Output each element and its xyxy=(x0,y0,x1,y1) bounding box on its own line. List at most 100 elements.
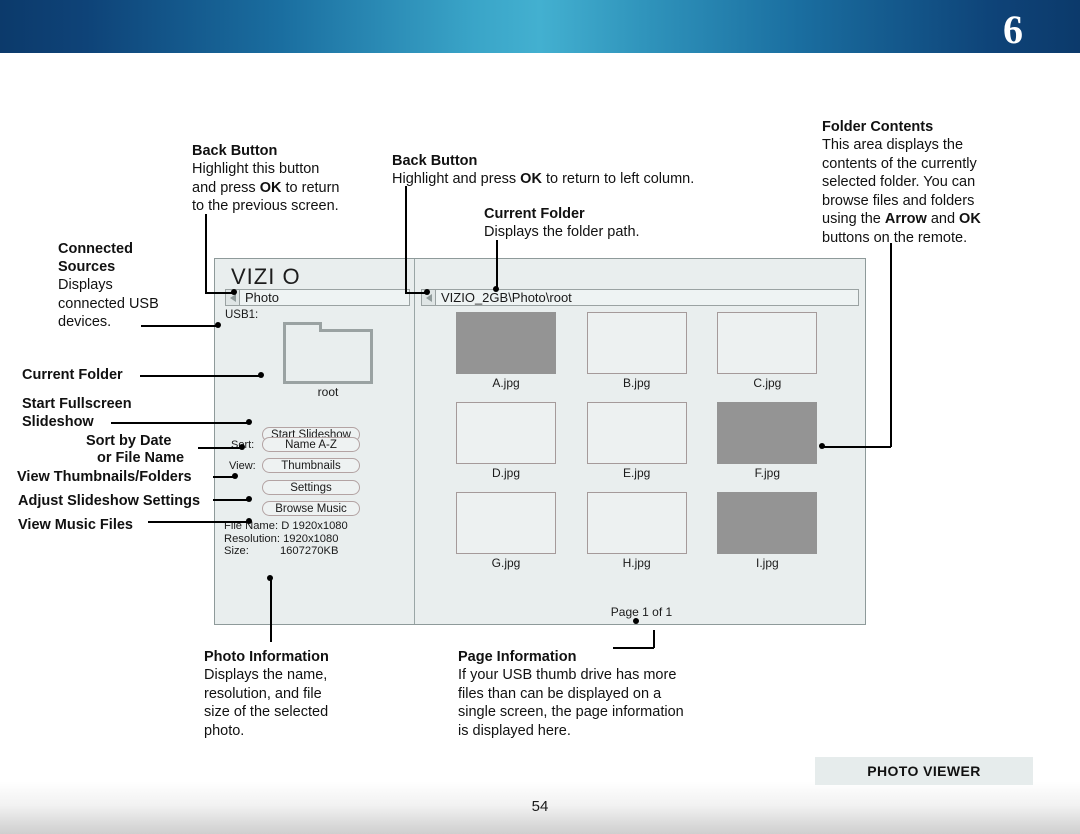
thumbnail-image[interactable] xyxy=(717,402,818,464)
annotation-connected-sources: Connected Sources Displays connected USB… xyxy=(58,240,208,332)
thumbnail-cell[interactable]: H.jpg xyxy=(586,492,687,582)
leader-dot xyxy=(633,618,639,624)
thumbnail-cell[interactable]: D.jpg xyxy=(456,402,556,492)
thumbnail-cell[interactable]: E.jpg xyxy=(586,402,687,492)
thumbnail-image[interactable] xyxy=(456,312,556,374)
leader-line-back-button-left xyxy=(205,214,207,293)
thumbnail-label: H.jpg xyxy=(622,556,651,570)
text-bold-ok: OK xyxy=(259,179,282,196)
browse-music-button[interactable]: Browse Music xyxy=(262,501,360,516)
leader-dot xyxy=(819,443,825,449)
leader-dot xyxy=(232,473,238,479)
side-label-start-fullscreen-line2: Slideshow xyxy=(22,414,94,430)
annotation-body-line: If your USB thumb drive has more xyxy=(458,667,677,683)
left-back-label: Photo xyxy=(240,289,410,306)
leader-line-connected-sources xyxy=(141,325,218,327)
left-back-navbar[interactable]: Photo xyxy=(225,289,410,306)
page-info-label: Page 1 of 1 xyxy=(610,605,673,619)
side-label-current-folder: Current Folder xyxy=(22,367,123,383)
thumbnail-cell[interactable]: C.jpg xyxy=(717,312,818,402)
annotation-title: Sources xyxy=(58,259,116,275)
annotation-title: Photo Information xyxy=(204,649,329,665)
leader-line-folder-contents xyxy=(890,243,892,447)
thumbnail-image[interactable] xyxy=(586,492,687,554)
annotation-title: Folder Contents xyxy=(822,119,934,135)
text-pre: and press xyxy=(192,179,260,196)
annotation-title: Back Button xyxy=(192,143,278,159)
annotation-title: Page Information xyxy=(458,649,577,665)
annotation-title: Connected xyxy=(58,241,133,257)
leader-line-current-folder-side xyxy=(140,375,261,377)
annotation-body-line: Displays xyxy=(58,277,113,293)
annotation-body-line: contents of the currently xyxy=(822,155,977,172)
chapter-header-band xyxy=(0,0,1080,53)
annotation-body-line: files than can be displayed on a xyxy=(458,685,662,702)
text-pre: using the xyxy=(822,211,885,227)
leader-line-sort xyxy=(198,447,242,449)
leader-line-browse-music xyxy=(148,521,249,523)
sort-select-button[interactable]: Name A-Z xyxy=(262,437,360,452)
annotation-title: Back Button xyxy=(392,153,478,169)
text-mid: and xyxy=(926,211,960,227)
annotation-body-line: Highlight and press OK to return to left… xyxy=(392,170,772,189)
tv-left-column: Photo USB1: root Start Slideshow Sort: N… xyxy=(215,259,415,624)
path-navbar[interactable]: VIZIO_2GB\Photo\root xyxy=(421,289,859,306)
leader-dot xyxy=(246,518,252,524)
side-label-sort-line2: or File Name xyxy=(97,450,185,466)
photo-file-info: File Name: D 1920x1080 Resolution: 1920x… xyxy=(224,520,409,558)
side-label-view-thumbnails: View Thumbnails/Folders xyxy=(17,469,192,485)
thumbnail-image[interactable] xyxy=(586,312,687,374)
settings-button[interactable]: Settings xyxy=(262,480,360,495)
leader-line-back-button-right xyxy=(405,186,407,293)
thumbnail-cell[interactable]: F.jpg xyxy=(717,402,818,492)
side-label-sort-line1: Sort by Date xyxy=(86,433,172,449)
annotation-title: Current Folder xyxy=(484,206,585,222)
tv-photo-viewer-screen: VIZI O Photo USB1: root Start Slideshow … xyxy=(214,258,866,625)
annotation-back-button-right: Back Button Highlight and press OK to re… xyxy=(392,152,772,189)
file-size-value: Size: 1607270KB xyxy=(224,545,339,558)
thumbnail-image[interactable] xyxy=(717,312,818,374)
folder-icon[interactable] xyxy=(283,322,373,384)
leader-line-folder-contents xyxy=(822,446,891,448)
annotation-body-line: selected folder. You can xyxy=(822,174,976,190)
usb-source-label: USB1: xyxy=(225,309,259,321)
section-badge: PHOTO VIEWER xyxy=(815,757,1033,785)
annotation-back-button-left: Back Button Highlight this button and pr… xyxy=(192,142,382,216)
thumbnail-image[interactable] xyxy=(456,402,556,464)
leader-line-start-slideshow xyxy=(111,422,249,424)
text-bold-ok: OK xyxy=(959,211,981,227)
chapter-number: 6 xyxy=(1003,7,1023,52)
annotation-body-line: single screen, the page information xyxy=(458,704,684,720)
view-select-button[interactable]: Thumbnails xyxy=(262,458,360,473)
thumbnail-cell[interactable]: A.jpg xyxy=(456,312,556,402)
leader-dot xyxy=(215,322,221,328)
text-post: to return to left column. xyxy=(541,171,695,187)
annotation-body-line: connected USB xyxy=(58,295,159,312)
view-prefix-label: View: xyxy=(229,460,256,472)
leader-dot xyxy=(239,444,245,450)
thumbnail-label: D.jpg xyxy=(491,466,520,480)
thumbnail-image[interactable] xyxy=(717,492,818,554)
leader-dot xyxy=(246,496,252,502)
annotation-body-line: photo. xyxy=(204,722,245,739)
thumbnail-cell[interactable]: G.jpg xyxy=(456,492,556,582)
leader-line-photo-information xyxy=(270,578,272,642)
annotation-body-line: browse files and folders xyxy=(822,192,975,209)
annotation-body-line: using the Arrow and OK xyxy=(822,210,1037,229)
leader-dot xyxy=(231,289,237,295)
thumbnail-grid: A.jpg B.jpg C.jpg D.jpg E.jpg F.jpg G.jpg H.jpg… xyxy=(456,312,826,582)
side-label-start-fullscreen-line1: Start Fullscreen xyxy=(22,396,132,412)
thumbnail-label: B.jpg xyxy=(622,376,651,390)
thumbnail-image[interactable] xyxy=(456,492,556,554)
thumbnail-cell[interactable]: I.jpg xyxy=(717,492,818,582)
annotation-body-line: Highlight this button xyxy=(192,161,320,177)
thumbnail-label: G.jpg xyxy=(491,556,521,570)
leader-dot xyxy=(258,372,264,378)
side-label-adjust-settings: Adjust Slideshow Settings xyxy=(18,493,201,509)
annotation-page-information: Page Information If your USB thumb drive… xyxy=(458,648,758,740)
annotation-body-line: is displayed here. xyxy=(458,722,571,739)
text-bold-ok: OK xyxy=(520,171,542,187)
thumbnail-image[interactable] xyxy=(586,402,687,464)
thumbnail-cell[interactable]: B.jpg xyxy=(586,312,687,402)
annotation-body-line: devices. xyxy=(58,314,112,330)
